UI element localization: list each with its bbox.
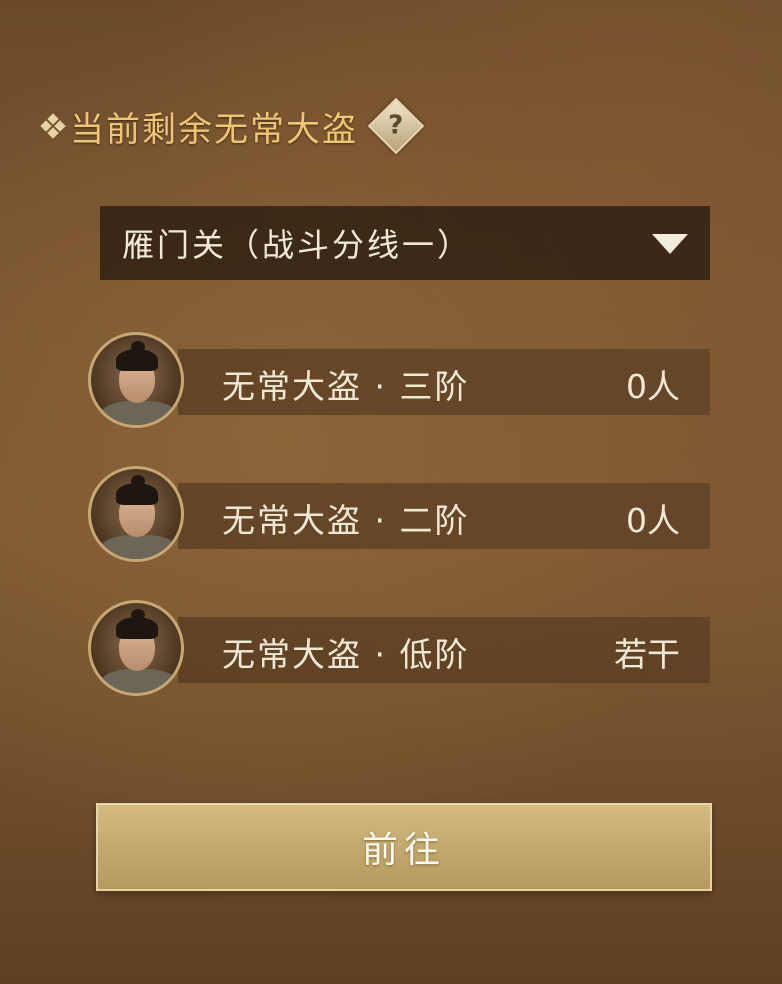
server-line-dropdown[interactable]: 雁门关（战斗分线一） <box>100 206 710 280</box>
enemy-row: 无常大盗 · 低阶 若干 <box>88 600 710 700</box>
enemy-name: 无常大盗 · 二阶 <box>222 501 470 540</box>
enemy-count: 0人 <box>626 501 680 540</box>
dropdown-selected-value: 雁门关（战斗分线一） <box>122 226 473 264</box>
go-button[interactable]: 前往 <box>96 803 712 891</box>
enemy-avatar <box>88 332 184 428</box>
enemy-name: 无常大盗 · 三阶 <box>222 367 470 406</box>
enemy-row: 无常大盗 · 三阶 0人 <box>88 332 710 432</box>
diamond-deco-icon <box>40 113 66 139</box>
panel-title: 当前剩余无常大盗 <box>70 109 358 150</box>
help-icon[interactable]: ? <box>367 97 425 155</box>
enemy-name: 无常大盗 · 低阶 <box>222 635 470 674</box>
panel-header: 当前剩余无常大盗 ? <box>40 96 425 156</box>
chevron-down-icon[interactable] <box>652 234 688 254</box>
enemy-avatar <box>88 600 184 696</box>
enemy-count: 若干 <box>614 635 680 674</box>
enemy-row: 无常大盗 · 二阶 0人 <box>88 466 710 566</box>
enemy-count: 0人 <box>626 367 680 406</box>
go-button-label: 前往 <box>361 830 446 871</box>
enemy-avatar <box>88 466 184 562</box>
